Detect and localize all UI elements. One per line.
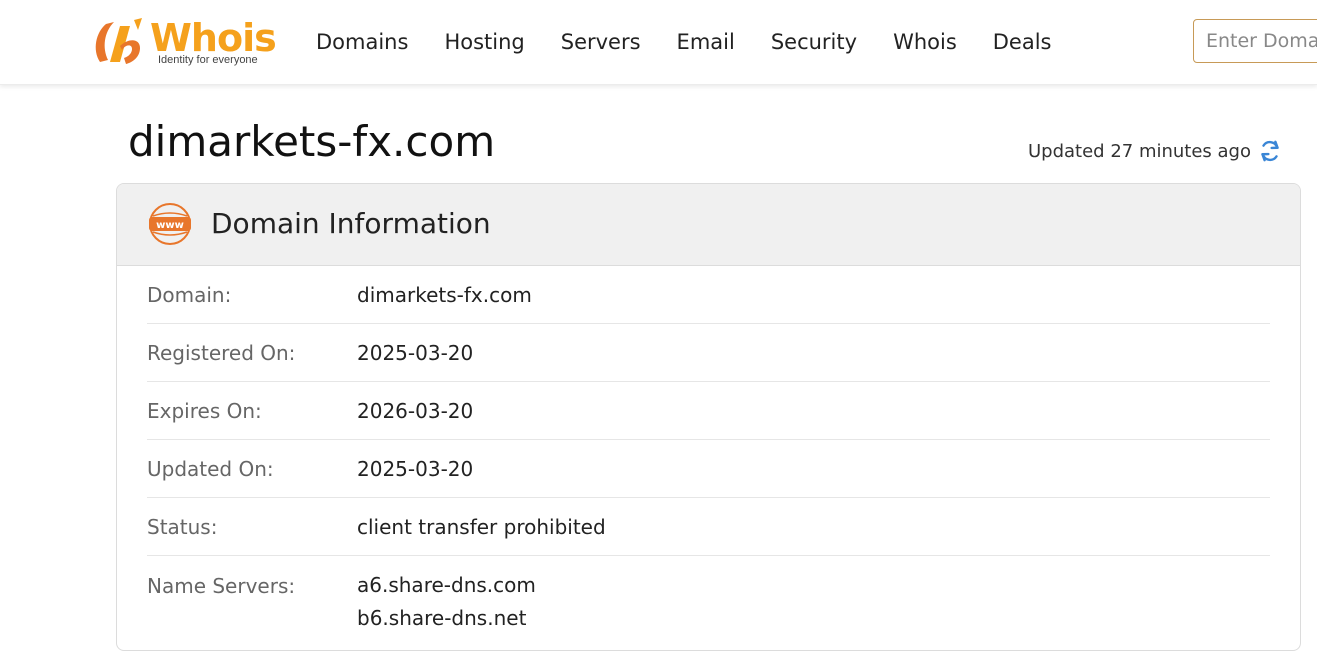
card-title: Domain Information [211,207,491,240]
row-label: Domain: [147,282,232,307]
info-row-name-servers: Name Servers: a6.share-dns.com b6.share-… [147,556,1270,635]
row-label: Registered On: [147,340,296,365]
row-label: Updated On: [147,456,274,481]
row-label: Expires On: [147,398,262,423]
domain-search-input[interactable] [1193,19,1317,63]
site-header: Whois Identity for everyone Domains Host… [0,0,1317,85]
page-title: dimarkets-fx.com [128,117,496,166]
www-icon: www [149,203,191,245]
row-label: Status: [147,514,218,539]
info-row-registered-on: Registered On: 2025-03-20 [147,324,1270,382]
nav-item-servers[interactable]: Servers [561,26,641,58]
name-server: b6.share-dns.net [357,606,527,630]
info-row-status: Status: client transfer prohibited [147,498,1270,556]
nav-item-email[interactable]: Email [677,26,735,58]
info-row-expires-on: Expires On: 2026-03-20 [147,382,1270,440]
row-value: 2025-03-20 [357,340,474,365]
row-value: 2025-03-20 [357,456,474,481]
row-value: client transfer prohibited [357,514,606,539]
name-server: a6.share-dns.com [357,573,536,597]
card-header: www Domain Information [117,184,1300,266]
nav-item-deals[interactable]: Deals [993,26,1052,58]
whois-logo[interactable]: Whois Identity for everyone [90,12,280,72]
row-value: 2026-03-20 [357,398,474,423]
domain-information-card: www Domain Information Domain: dimarkets… [116,183,1301,651]
svg-text:www: www [156,220,184,231]
nav-item-security[interactable]: Security [771,26,857,58]
name-server-list: a6.share-dns.com b6.share-dns.net [357,571,536,635]
main-nav: Domains Hosting Servers Email Security W… [298,26,1088,58]
logo-tagline: Identity for everyone [158,54,258,66]
nav-item-domains[interactable]: Domains [316,26,408,58]
info-row-updated-on: Updated On: 2025-03-20 [147,440,1270,498]
nav-item-hosting[interactable]: Hosting [444,26,524,58]
updated-status: Updated 27 minutes ago [1028,136,1283,166]
nav-item-whois[interactable]: Whois [893,26,957,58]
info-row-domain: Domain: dimarkets-fx.com [147,266,1270,324]
logo-mark-icon [95,18,142,64]
row-value: dimarkets-fx.com [357,282,532,307]
domain-info-table: Domain: dimarkets-fx.com Registered On: … [117,266,1300,635]
refresh-icon[interactable] [1257,138,1283,164]
updated-text: Updated 27 minutes ago [1027,140,1251,162]
row-label: Name Servers: [147,574,296,598]
